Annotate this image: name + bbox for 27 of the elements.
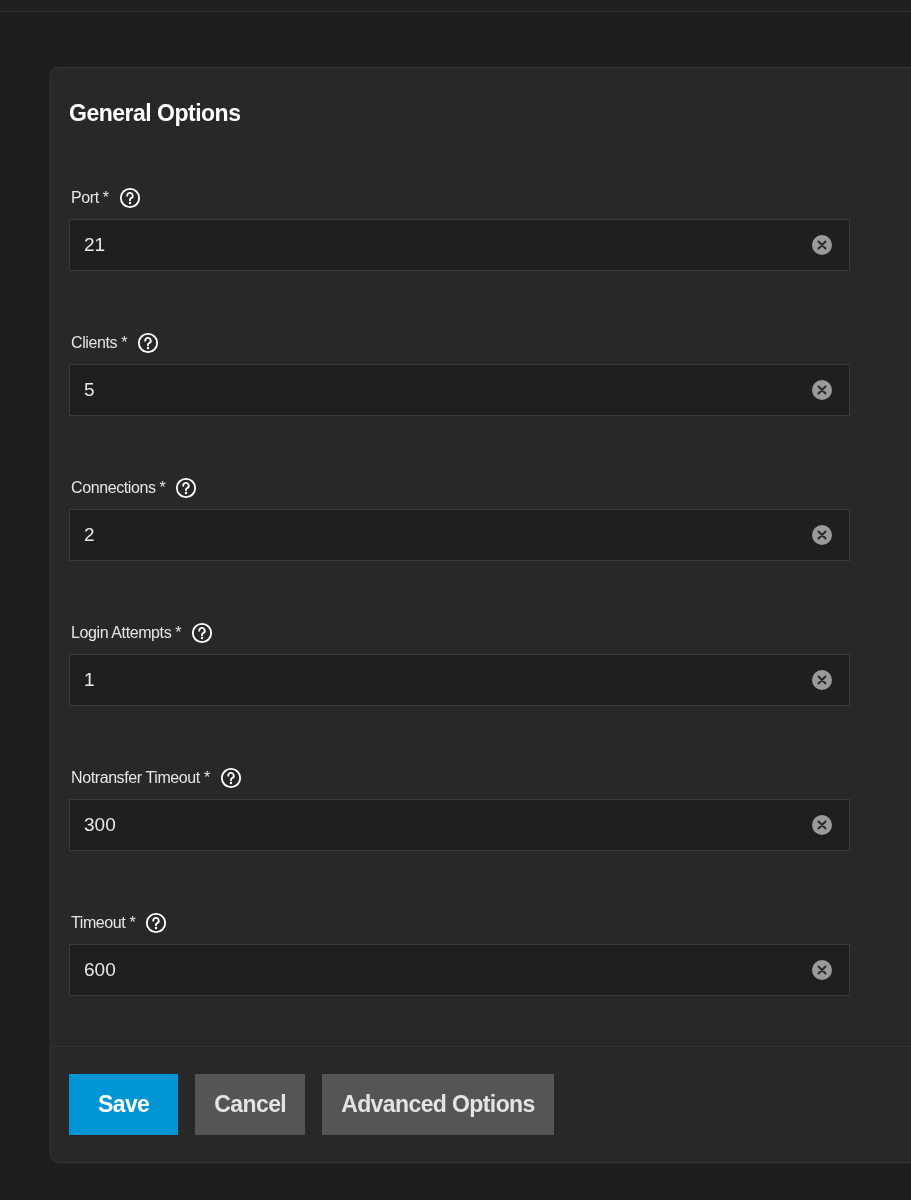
input-field[interactable]: 21 (69, 219, 850, 271)
card-title: General Options (69, 99, 241, 128)
help-icon[interactable] (145, 912, 168, 934)
help-icon[interactable] (175, 477, 198, 499)
field-label: Login Attempts * (71, 624, 182, 642)
clear-icon[interactable] (812, 525, 832, 545)
input-field[interactable]: 300 (69, 799, 850, 851)
input-field[interactable]: 5 (69, 364, 850, 416)
field-label: Notransfer Timeout * (71, 769, 210, 787)
help-icon[interactable] (219, 767, 242, 789)
help-icon[interactable] (118, 187, 141, 209)
clear-icon[interactable] (812, 235, 832, 255)
clear-icon[interactable] (812, 960, 832, 980)
secondary-button[interactable]: Cancel (195, 1074, 306, 1135)
input-field[interactable]: 2 (69, 509, 850, 561)
help-icon[interactable] (191, 622, 214, 644)
clear-icon[interactable] (812, 670, 832, 690)
input-field[interactable]: 600 (69, 944, 850, 996)
field-label: Connections * (71, 479, 166, 497)
input-field[interactable]: 1 (69, 654, 850, 706)
field-label: Port * (71, 189, 109, 207)
help-icon[interactable] (137, 332, 159, 354)
clear-icon[interactable] (812, 815, 832, 835)
secondary-button[interactable]: Advanced Options (322, 1074, 554, 1135)
clear-icon[interactable] (812, 380, 832, 400)
field-label: Timeout * (71, 914, 136, 932)
field-label: Clients * (71, 334, 127, 352)
